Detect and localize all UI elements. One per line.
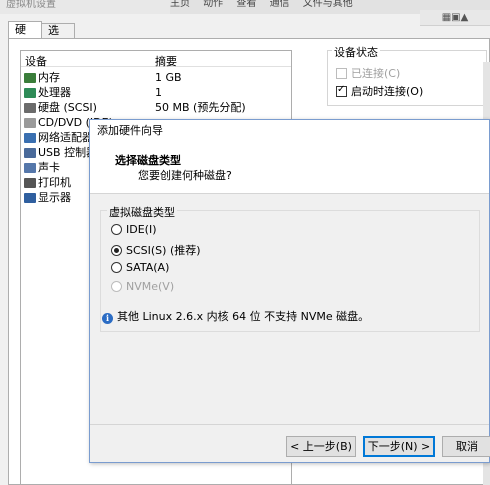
nvme-info: i 其他 Linux 2.6.x 内核 64 位 不支持 NVMe 磁盘。: [102, 308, 369, 324]
cd-dvd-icon: [24, 118, 36, 128]
column-device[interactable]: 设备: [25, 53, 47, 69]
toolbar-item-actions[interactable]: 动作: [203, 0, 223, 9]
radio-button[interactable]: [111, 262, 122, 273]
toolbar-item-files[interactable]: 文件与其他: [303, 0, 353, 9]
next-button[interactable]: 下一步(N) >: [363, 436, 435, 457]
cpu-icon: [24, 88, 36, 98]
radio-button[interactable]: [111, 245, 122, 256]
nvme-info-text: 其他 Linux 2.6.x 内核 64 位 不支持 NVMe 磁盘。: [117, 310, 370, 323]
sound-card-icon: [24, 163, 36, 173]
cancel-button[interactable]: 取消: [442, 436, 490, 457]
radio-sata[interactable]: SATA(A): [111, 261, 169, 275]
device-name: 网络适配器: [38, 131, 93, 144]
radio-ide-label: IDE(I): [126, 223, 157, 236]
radio-scsi-label: SCSI(S) (推荐): [126, 244, 201, 257]
device-status-title: 设备状态: [332, 44, 380, 60]
wizard-heading: 选择磁盘类型: [115, 154, 181, 167]
hard-disk-icon: [24, 103, 36, 113]
wizard-header: 选择磁盘类型 您要创建何种磁盘?: [90, 142, 489, 194]
display-icon: [24, 193, 36, 203]
wizard-subheading: 您要创建何种磁盘?: [138, 169, 232, 182]
device-summary: 1 GB: [155, 71, 182, 84]
connected-label: 已连接(C): [351, 67, 401, 80]
connect-at-power-on-label: 启动时连接(O): [351, 85, 424, 98]
column-summary[interactable]: 摘要: [155, 53, 177, 69]
window-controls[interactable]: ▦▣▲: [420, 10, 490, 26]
printer-icon: [24, 178, 36, 188]
device-name: 显示器: [38, 191, 71, 204]
device-name: 硬盘 (SCSI): [38, 101, 97, 114]
radio-ide[interactable]: IDE(I): [111, 223, 157, 237]
radio-button[interactable]: [111, 281, 122, 292]
connected-checkbox[interactable]: 已连接(C): [336, 65, 401, 80]
connect-at-power-on-checkbox[interactable]: 启动时连接(O): [336, 83, 424, 98]
checkbox-box[interactable]: [336, 68, 347, 79]
radio-scsi[interactable]: SCSI(S) (推荐): [111, 242, 201, 257]
device-name: 内存: [38, 71, 60, 84]
add-hardware-wizard: 添加硬件向导 选择磁盘类型 您要创建何种磁盘? 虚拟磁盘类型 IDE(I) SC…: [89, 119, 490, 463]
radio-button[interactable]: [111, 224, 122, 235]
usb-controller-icon: [24, 148, 36, 158]
device-summary: 1: [155, 86, 162, 99]
toolbar-item-comm[interactable]: 通信: [270, 0, 290, 9]
tab-options[interactable]: 选项: [41, 23, 75, 51]
tab-hardware[interactable]: 硬件: [8, 21, 42, 52]
wizard-title: 添加硬件向导: [90, 120, 489, 142]
device-status-group: 设备状态 已连接(C) 启动时连接(O): [327, 44, 487, 106]
device-name: 处理器: [38, 86, 71, 99]
radio-sata-label: SATA(A): [126, 261, 170, 274]
device-row[interactable]: 硬盘 (SCSI) 50 MB (预先分配): [21, 101, 291, 115]
toolbar-item-home[interactable]: 主页: [170, 0, 190, 9]
toolbar-item-view[interactable]: 查看: [236, 0, 256, 9]
info-icon: i: [102, 313, 113, 324]
radio-nvme[interactable]: NVMe(V): [111, 280, 174, 294]
network-adapter-icon: [24, 133, 36, 143]
radio-nvme-label: NVMe(V): [126, 280, 175, 293]
device-list-header: 设备 摘要: [21, 51, 291, 69]
device-name: 声卡: [38, 161, 60, 174]
device-row[interactable]: 内存 1 GB: [21, 71, 291, 85]
disk-type-group-title: 虚拟磁盘类型: [107, 204, 177, 220]
device-row[interactable]: 处理器 1: [21, 86, 291, 100]
back-button[interactable]: < 上一步(B): [286, 436, 356, 457]
device-summary: 50 MB (预先分配): [155, 101, 246, 114]
device-name: 打印机: [38, 176, 71, 189]
checkbox-box[interactable]: [336, 84, 347, 97]
footer-divider: [90, 424, 489, 425]
memory-icon: [24, 73, 36, 83]
